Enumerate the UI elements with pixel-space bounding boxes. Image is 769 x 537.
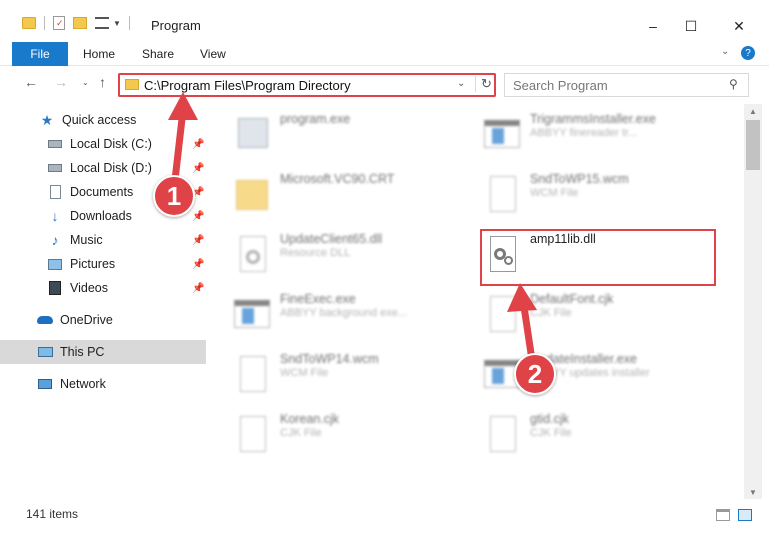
arrow-1-shaft xyxy=(171,106,187,184)
step-marker-2: 2 xyxy=(514,353,556,395)
details-view-icon[interactable] xyxy=(716,509,730,521)
annotation-arrows xyxy=(168,92,537,364)
arrow-2-head xyxy=(507,283,537,312)
item-count: 141 items xyxy=(26,507,79,521)
large-icons-view-icon[interactable] xyxy=(738,509,752,521)
step-marker-1: 1 xyxy=(153,175,195,217)
arrow-1-head xyxy=(168,92,198,120)
status-bar: 141 items xyxy=(0,502,769,528)
